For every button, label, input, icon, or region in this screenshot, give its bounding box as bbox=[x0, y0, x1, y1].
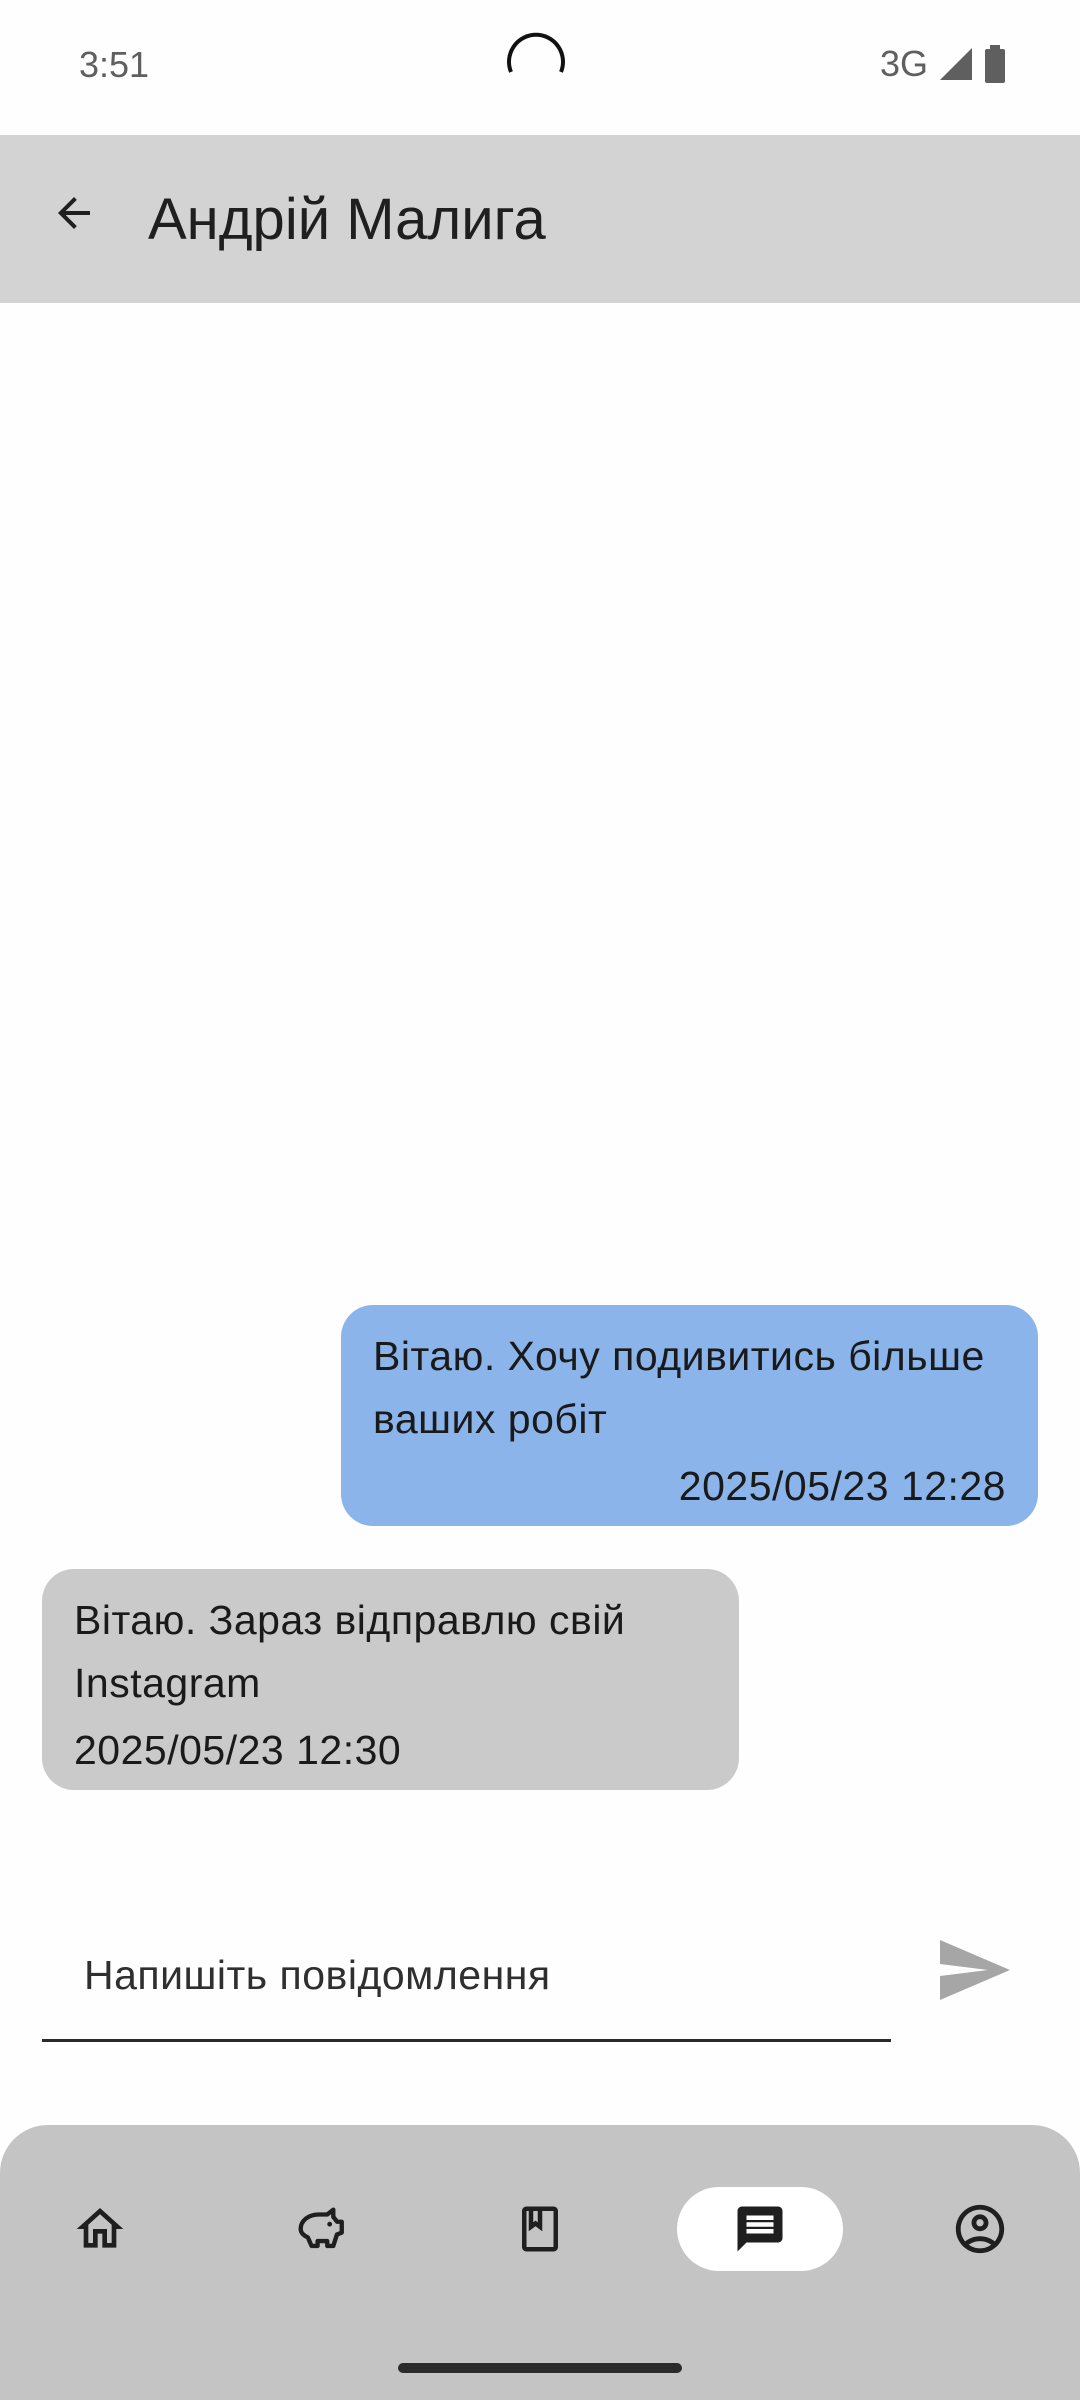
message-bubble-sent: Вітаю. Хочу подивитись більше ваших робі… bbox=[341, 1305, 1038, 1526]
home-icon bbox=[76, 2208, 124, 2248]
message-text: Вітаю. Хочу подивитись більше ваших робі… bbox=[373, 1333, 985, 1442]
nav-home[interactable] bbox=[17, 2187, 183, 2271]
home-indicator[interactable] bbox=[398, 2363, 682, 2373]
arrow-back-icon bbox=[58, 197, 90, 229]
message-text: Вітаю. Зараз відправлю свій Instagram bbox=[74, 1597, 626, 1706]
message-bubble-received: Вітаю. Зараз відправлю свій Instagram 20… bbox=[42, 1569, 739, 1790]
signal-icon bbox=[940, 48, 972, 80]
nav-bookmarks[interactable] bbox=[457, 2187, 623, 2271]
send-icon bbox=[940, 1940, 1010, 2000]
battery-icon bbox=[985, 45, 1005, 83]
send-button[interactable] bbox=[930, 1925, 1020, 2015]
bottom-navigation bbox=[0, 2125, 1080, 2400]
message-timestamp: 2025/05/23 12:28 bbox=[678, 1463, 1006, 1509]
nav-savings[interactable] bbox=[237, 2187, 403, 2271]
message-input[interactable] bbox=[42, 1912, 891, 2042]
bookmark-book-icon bbox=[522, 2206, 558, 2252]
chat-contact-name: Андрій Малига bbox=[148, 187, 546, 252]
front-camera-icon bbox=[507, 32, 565, 73]
nav-profile[interactable] bbox=[897, 2187, 1063, 2271]
message-timestamp: 2025/05/23 12:30 bbox=[74, 1727, 402, 1773]
account-circle-icon bbox=[955, 2204, 1005, 2254]
status-bar: 3:51 3G bbox=[0, 0, 1080, 135]
status-icons: 3G bbox=[879, 43, 1006, 84]
nav-messages[interactable] bbox=[677, 2187, 843, 2271]
network-type: 3G bbox=[879, 43, 928, 84]
piggy-bank-icon bbox=[298, 2207, 344, 2249]
back-button[interactable] bbox=[36, 175, 112, 251]
status-time: 3:51 bbox=[79, 44, 150, 85]
chat-icon bbox=[737, 2206, 783, 2252]
app-bar: Андрій Малига bbox=[0, 135, 1080, 303]
